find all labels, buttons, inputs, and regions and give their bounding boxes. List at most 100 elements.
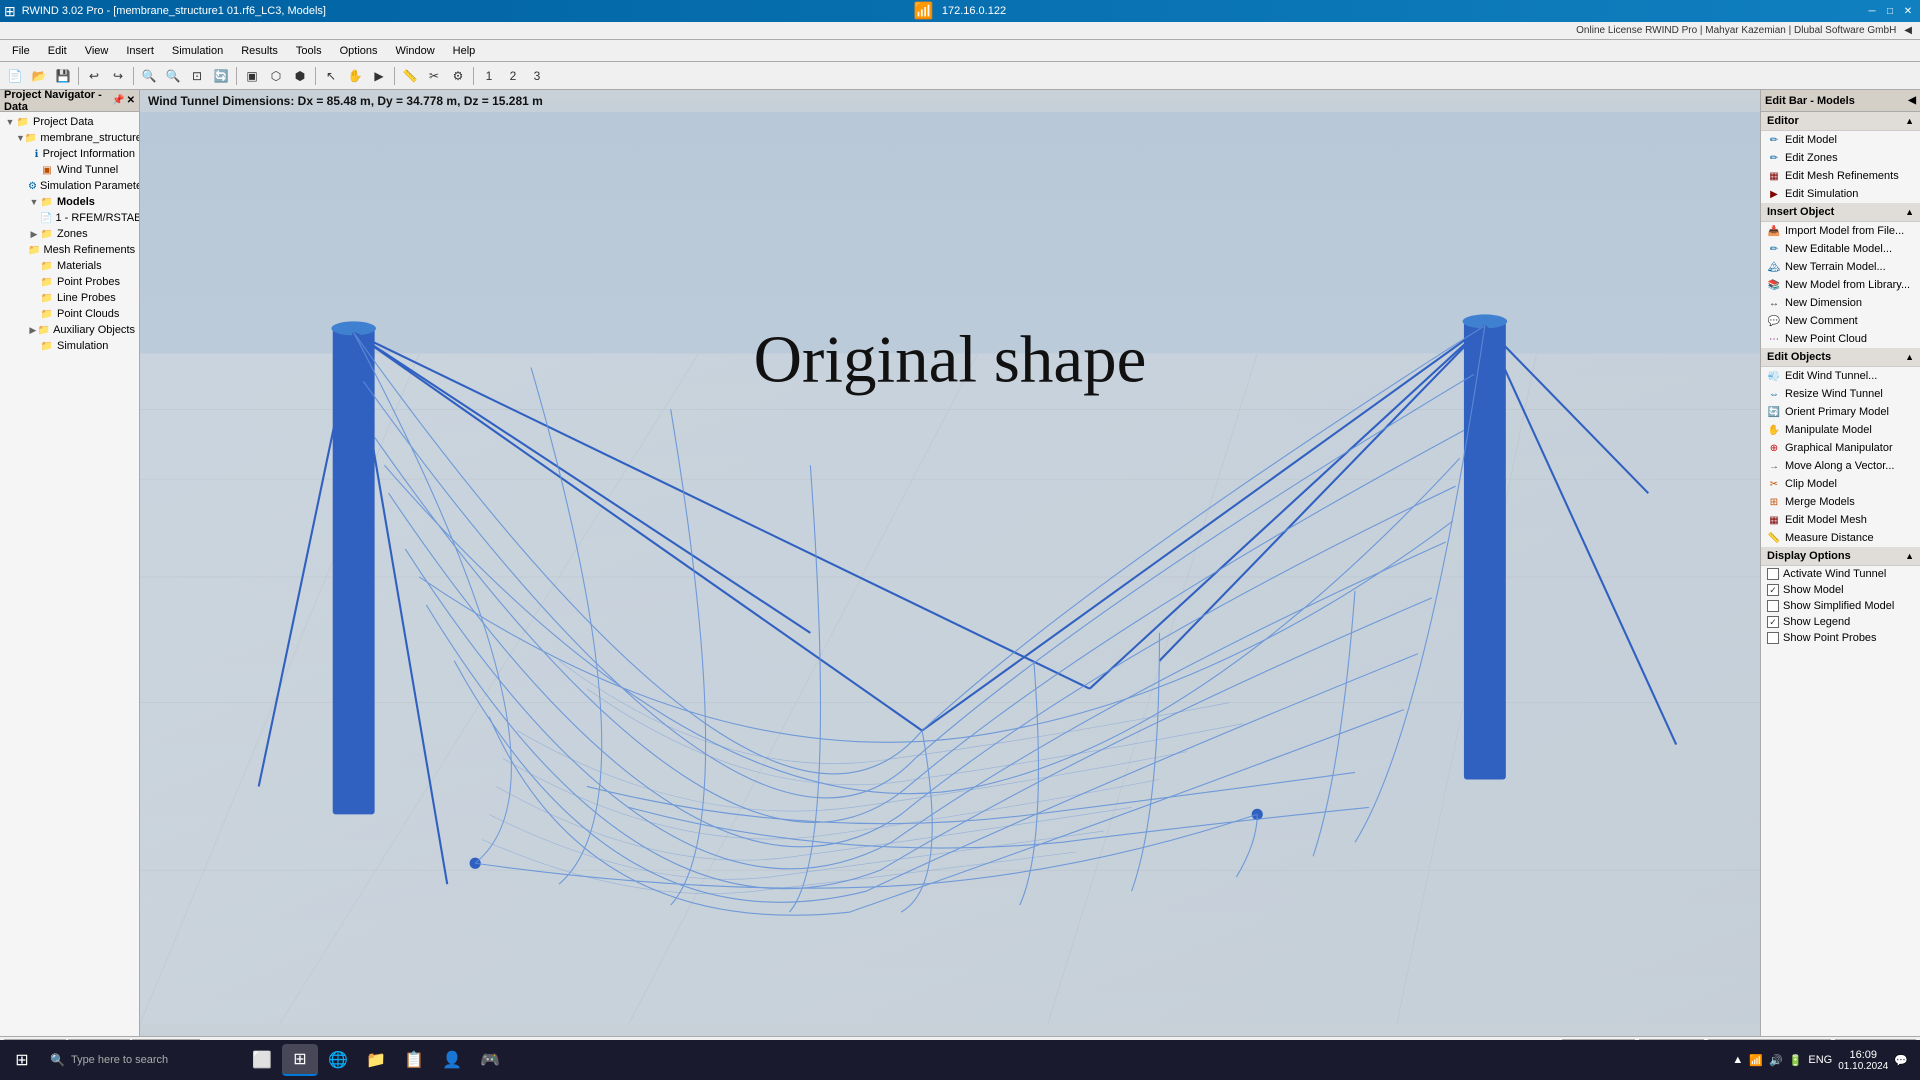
rp-merge-models[interactable]: ⊞ Merge Models [1761,493,1920,511]
rp-activate-wind-tunnel[interactable]: Activate Wind Tunnel [1761,566,1920,582]
rp-new-point-cloud[interactable]: ⋯ New Point Cloud [1761,330,1920,348]
toolbar-measure[interactable]: 📏 [399,65,421,87]
rp-new-library[interactable]: 📚 New Model from Library... [1761,276,1920,294]
rp-show-model[interactable]: Show Model [1761,582,1920,598]
tree-item-membrane[interactable]: ▼ 📁 membrane_structure1 [0,130,139,146]
rp-section-edit-objects[interactable]: Edit Objects ▲ [1761,348,1920,367]
toolbar-open[interactable]: 📂 [28,65,50,87]
toolbar-move[interactable]: ✋ [344,65,366,87]
close-button[interactable]: ✕ [1900,3,1916,19]
toolbar-options[interactable]: ⚙ [447,65,469,87]
toolbar-undo[interactable]: ↩ [83,65,105,87]
start-button[interactable]: ⊞ [4,1044,40,1076]
rp-manipulate-model[interactable]: ✋ Manipulate Model [1761,421,1920,439]
toolbar-cut[interactable]: ✂ [423,65,445,87]
minimize-button[interactable]: ─ [1864,3,1880,19]
rp-resize-wind-tunnel[interactable]: ⇔ Resize Wind Tunnel [1761,385,1920,403]
toolbar-view1[interactable]: 1 [478,65,500,87]
menu-item-view[interactable]: View [77,43,117,59]
menu-item-simulation[interactable]: Simulation [164,43,231,59]
toolbar-new[interactable]: 📄 [4,65,26,87]
activate-wind-tunnel-checkbox[interactable] [1767,568,1779,580]
rp-clip-model[interactable]: ✂ Clip Model [1761,475,1920,493]
notification-icon[interactable]: 💬 [1894,1054,1908,1067]
rp-edit-mesh[interactable]: ▦ Edit Mesh Refinements [1761,167,1920,185]
rp-edit-sim[interactable]: ▶ Edit Simulation [1761,185,1920,203]
tree-item-materials[interactable]: 📁 Materials [0,258,139,274]
tree-item-aux-objects[interactable]: ▶ 📁 Auxiliary Objects [0,322,139,338]
toolbar-select[interactable]: ↖ [320,65,342,87]
app3-btn[interactable]: 🎮 [472,1044,508,1076]
tree-item-sim-params[interactable]: ⚙ Simulation Parameters [0,178,139,194]
tree-item-line-probes[interactable]: 📁 Line Probes [0,290,139,306]
taskview-button[interactable]: ⬜ [244,1044,280,1076]
tree-item-project-data[interactable]: ▼ 📁 Project Data [0,114,139,130]
rp-section-editor[interactable]: Editor ▲ [1761,112,1920,131]
tree-item-model-1[interactable]: 📄 1 - RFEM/RSTAB Mo... [0,210,139,226]
tree-item-simulation[interactable]: 📁 Simulation [0,338,139,354]
menu-item-help[interactable]: Help [445,43,484,59]
rwind-taskbar-btn[interactable]: ⊞ [282,1044,318,1076]
panel-pin-btn[interactable]: 📌 [112,95,124,106]
explorer-taskbar-btn[interactable]: 📁 [358,1044,394,1076]
toolbar-rotate[interactable]: 🔄 [210,65,232,87]
rp-new-dimension[interactable]: ↔ New Dimension [1761,294,1920,312]
rp-edit-wind-tunnel[interactable]: 💨 Edit Wind Tunnel... [1761,367,1920,385]
rp-section-insert[interactable]: Insert Object ▲ [1761,203,1920,222]
toolbar-solid[interactable]: ⬢ [289,65,311,87]
rp-new-terrain[interactable]: 🏔 New Terrain Model... [1761,258,1920,276]
tree-item-point-probes[interactable]: 📁 Point Probes [0,274,139,290]
menu-item-options[interactable]: Options [332,43,386,59]
toolbar-sim[interactable]: ▶ [368,65,390,87]
menu-item-results[interactable]: Results [233,43,286,59]
menu-item-edit[interactable]: Edit [40,43,75,59]
rp-section-display[interactable]: Display Options ▲ [1761,547,1920,566]
app1-btn[interactable]: 📋 [396,1044,432,1076]
show-model-checkbox[interactable] [1767,584,1779,596]
tree-item-models[interactable]: ▼ 📁 Models [0,194,139,210]
rp-new-editable[interactable]: ✏ New Editable Model... [1761,240,1920,258]
tree-item-zones[interactable]: ▶ 📁 Zones [0,226,139,242]
menu-item-insert[interactable]: Insert [118,43,162,59]
rp-edit-zones[interactable]: ✏ Edit Zones [1761,149,1920,167]
rp-move-vector[interactable]: → Move Along a Vector... [1761,457,1920,475]
rp-orient-model[interactable]: 🔄 Orient Primary Model [1761,403,1920,421]
rp-edit-model-mesh[interactable]: ▦ Edit Model Mesh [1761,511,1920,529]
tree-item-mesh-ref[interactable]: 📁 Mesh Refinements [0,242,139,258]
tree-item-wind-tunnel[interactable]: ▣ Wind Tunnel [0,162,139,178]
show-simplified-checkbox[interactable] [1767,600,1779,612]
rp-new-comment[interactable]: 💬 New Comment [1761,312,1920,330]
menu-item-file[interactable]: File [4,43,38,59]
toolbar-view3[interactable]: 3 [526,65,548,87]
rp-show-simplified[interactable]: Show Simplified Model [1761,598,1920,614]
toolbar-zoom-in[interactable]: 🔍 [138,65,160,87]
scene-svg[interactable]: Original shape [140,90,1760,1036]
menu-item-tools[interactable]: Tools [288,43,330,59]
rp-pin-btn[interactable]: ◀ [1908,95,1916,106]
edge-taskbar-btn[interactable]: 🌐 [320,1044,356,1076]
tree-item-project-info[interactable]: ℹ Project Information [0,146,139,162]
show-point-probes-checkbox[interactable] [1767,632,1779,644]
show-legend-checkbox[interactable] [1767,616,1779,628]
toolbar-wire[interactable]: ⬡ [265,65,287,87]
tray-up-arrow[interactable]: ▲ [1732,1054,1743,1066]
toolbar-save[interactable]: 💾 [52,65,74,87]
license-collapse-btn[interactable]: ◀ [1904,25,1912,36]
toolbar-redo[interactable]: ↪ [107,65,129,87]
app2-btn[interactable]: 👤 [434,1044,470,1076]
toolbar-view2[interactable]: 2 [502,65,524,87]
panel-close-btn[interactable]: ✕ [127,95,135,106]
tree-item-point-clouds[interactable]: 📁 Point Clouds [0,306,139,322]
rp-graphical-manip[interactable]: ⊕ Graphical Manipulator [1761,439,1920,457]
rp-show-legend[interactable]: Show Legend [1761,614,1920,630]
rp-import-file[interactable]: 📥 Import Model from File... [1761,222,1920,240]
toolbar-render[interactable]: ▣ [241,65,263,87]
rp-measure-distance[interactable]: 📏 Measure Distance [1761,529,1920,547]
menu-item-window[interactable]: Window [388,43,443,59]
rp-edit-model[interactable]: ✏ Edit Model [1761,131,1920,149]
maximize-button[interactable]: □ [1882,3,1898,19]
viewport[interactable]: Wind Tunnel Dimensions: Dx = 85.48 m, Dy… [140,90,1760,1036]
toolbar-zoom-out[interactable]: 🔍 [162,65,184,87]
search-bar[interactable]: 🔍 Type here to search [42,1044,242,1076]
toolbar-zoom-all[interactable]: ⊡ [186,65,208,87]
